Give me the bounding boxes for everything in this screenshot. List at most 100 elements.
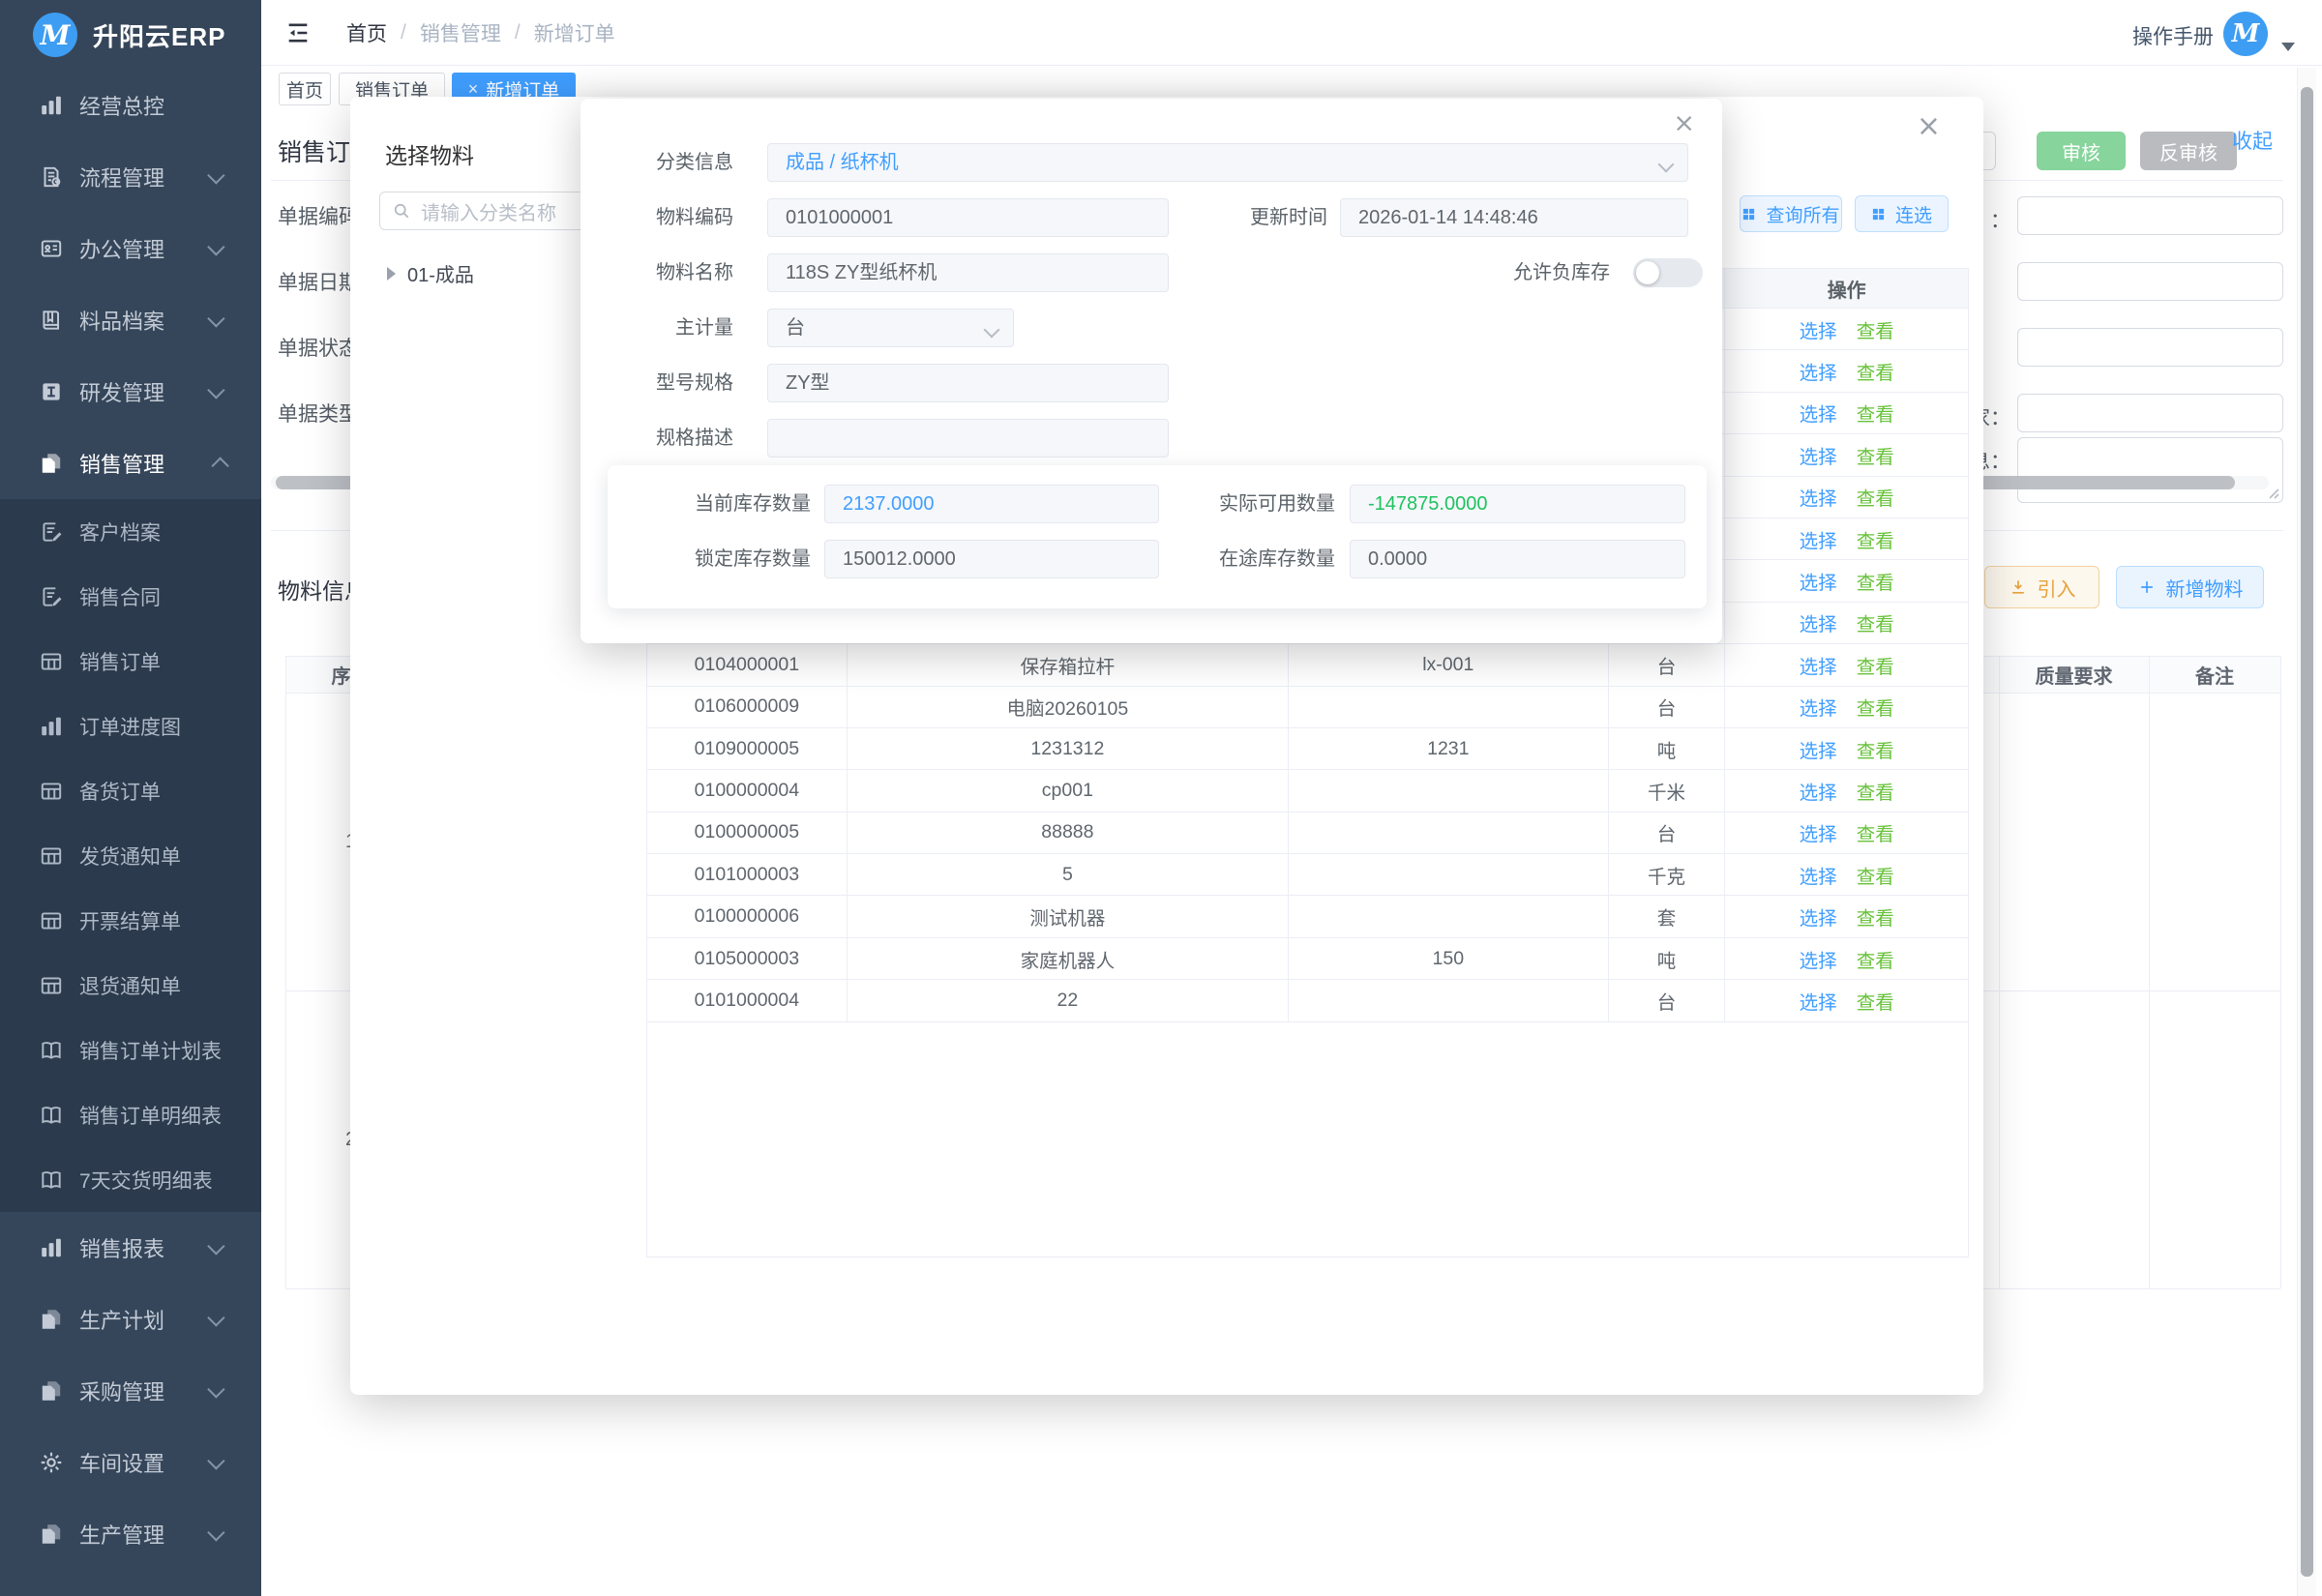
sidebar-item-4[interactable]: 研发管理 bbox=[0, 356, 261, 428]
select-link[interactable]: 选择 bbox=[1800, 567, 1837, 595]
sidebar-item-8[interactable]: 销售订单 bbox=[0, 629, 261, 694]
select-link[interactable]: 选择 bbox=[1800, 315, 1837, 343]
spec-desc-field[interactable] bbox=[767, 419, 1169, 458]
select-link[interactable]: 选择 bbox=[1800, 735, 1837, 763]
sidebar-item-16[interactable]: 7天交货明细表 bbox=[0, 1147, 261, 1212]
sidebar-item-9[interactable]: 订单进度图 bbox=[0, 694, 261, 758]
sidebar-item-21[interactable]: 生产管理 bbox=[0, 1498, 261, 1570]
sidebar-item-18[interactable]: 生产计划 bbox=[0, 1284, 261, 1355]
manual-link[interactable]: 操作手册 bbox=[2132, 21, 2214, 50]
query-all-button[interactable]: 查询所有 bbox=[1740, 195, 1842, 232]
category-select[interactable]: 成品 / 纸杯机 bbox=[767, 143, 1688, 182]
select-link[interactable]: 选择 bbox=[1800, 693, 1837, 721]
view-link[interactable]: 查看 bbox=[1857, 441, 1894, 469]
allow-negative-toggle[interactable] bbox=[1633, 258, 1703, 287]
sidebar-collapse-icon[interactable] bbox=[284, 19, 312, 46]
multi-select-button[interactable]: 连选 bbox=[1855, 195, 1949, 232]
current-stock-field[interactable]: 2137.0000 bbox=[824, 485, 1159, 523]
locked-stock-field[interactable]: 150012.0000 bbox=[824, 540, 1159, 578]
avatar-caret-down-icon[interactable] bbox=[2281, 43, 2295, 51]
sidebar-item-2[interactable]: 办公管理 bbox=[0, 213, 261, 284]
view-link[interactable]: 查看 bbox=[1857, 693, 1894, 721]
audit-button[interactable]: 审核 bbox=[2037, 132, 2126, 170]
view-link[interactable]: 查看 bbox=[1857, 525, 1894, 553]
sidebar-item-14[interactable]: 销售订单计划表 bbox=[0, 1018, 261, 1082]
select-link[interactable]: 选择 bbox=[1800, 902, 1837, 931]
code-label: 物料编码 bbox=[598, 198, 733, 237]
sidebar-item-10[interactable]: 备货订单 bbox=[0, 758, 261, 823]
code-field[interactable]: 0101000001 bbox=[767, 198, 1169, 237]
view-link[interactable]: 查看 bbox=[1857, 902, 1894, 931]
view-link[interactable]: 查看 bbox=[1857, 987, 1894, 1015]
view-link[interactable]: 查看 bbox=[1857, 315, 1894, 343]
view-link[interactable]: 查看 bbox=[1857, 945, 1894, 973]
sidebar-item-7[interactable]: 销售合同 bbox=[0, 564, 261, 629]
view-link[interactable]: 查看 bbox=[1857, 735, 1894, 763]
view-link[interactable]: 查看 bbox=[1857, 567, 1894, 595]
select-link[interactable]: 选择 bbox=[1800, 441, 1837, 469]
collapse-form-link[interactable]: 收起 bbox=[2232, 126, 2273, 155]
unit-select[interactable]: 台 bbox=[767, 309, 1014, 347]
unaudit-button[interactable]: 反审核 bbox=[2140, 132, 2237, 170]
cell-actions: 选择查看 bbox=[1725, 560, 1968, 601]
modal-close-icon[interactable]: × bbox=[1917, 112, 1941, 141]
popup-close-icon[interactable]: × bbox=[1673, 110, 1695, 136]
right-form-input-0[interactable] bbox=[2017, 196, 2283, 235]
cell-unit: 台 bbox=[1609, 644, 1726, 685]
select-link[interactable]: 选择 bbox=[1800, 651, 1837, 679]
category-search-input[interactable]: 请输入分类名称 bbox=[379, 192, 602, 230]
select-link[interactable]: 选择 bbox=[1800, 608, 1837, 636]
select-link[interactable]: 选择 bbox=[1800, 525, 1837, 553]
breadcrumb-item-2[interactable]: 新增订单 bbox=[534, 18, 615, 47]
tree-caret-right-icon[interactable] bbox=[387, 267, 396, 281]
right-form-input-3[interactable] bbox=[2017, 394, 2283, 432]
sidebar-item-19[interactable]: 采购管理 bbox=[0, 1355, 261, 1427]
view-link[interactable]: 查看 bbox=[1857, 861, 1894, 889]
view-link[interactable]: 查看 bbox=[1857, 357, 1894, 385]
view-link[interactable]: 查看 bbox=[1857, 399, 1894, 427]
available-qty-field[interactable]: -147875.0000 bbox=[1350, 485, 1685, 523]
select-link[interactable]: 选择 bbox=[1800, 945, 1837, 973]
sidebar-item-17[interactable]: 销售报表 bbox=[0, 1212, 261, 1284]
sidebar-item-12[interactable]: 开票结算单 bbox=[0, 888, 261, 953]
right-form-input-2[interactable] bbox=[2017, 328, 2283, 367]
breadcrumb-item-1[interactable]: 销售管理 bbox=[420, 18, 501, 47]
breadcrumb-item-0[interactable]: 首页 bbox=[346, 18, 387, 47]
right-form-textarea[interactable] bbox=[2017, 437, 2283, 503]
select-link[interactable]: 选择 bbox=[1800, 818, 1837, 846]
sidebar-item-3[interactable]: 料品档案 bbox=[0, 284, 261, 356]
archive-icon bbox=[39, 308, 64, 333]
sidebar-item-1[interactable]: 流程管理 bbox=[0, 141, 261, 213]
select-link[interactable]: 选择 bbox=[1800, 861, 1837, 889]
sidebar-item-15[interactable]: 销售订单明细表 bbox=[0, 1082, 261, 1147]
sidebar-item-5[interactable]: 销售管理 bbox=[0, 428, 261, 499]
model-field[interactable]: ZY型 bbox=[767, 364, 1169, 402]
view-link[interactable]: 查看 bbox=[1857, 777, 1894, 805]
tree-node-finished-goods[interactable]: 01-成品 bbox=[387, 259, 474, 287]
sidebar-item-20[interactable]: 车间设置 bbox=[0, 1427, 261, 1498]
select-link[interactable]: 选择 bbox=[1800, 399, 1837, 427]
sidebar-item-11[interactable]: 发货通知单 bbox=[0, 823, 261, 888]
sidebar-item-22[interactable]: 加工车间 bbox=[0, 1570, 261, 1596]
in-transit-field[interactable]: 0.0000 bbox=[1350, 540, 1685, 578]
sidebar-item-0[interactable]: 经营总控 bbox=[0, 70, 261, 141]
material-row-8: 010100000422台选择查看 bbox=[647, 980, 1968, 1021]
select-link[interactable]: 选择 bbox=[1800, 357, 1837, 385]
select-link[interactable]: 选择 bbox=[1800, 483, 1837, 511]
view-link[interactable]: 查看 bbox=[1857, 651, 1894, 679]
avatar[interactable]: M bbox=[2223, 12, 2268, 56]
view-link[interactable]: 查看 bbox=[1857, 483, 1894, 511]
sidebar-item-13[interactable]: 退货通知单 bbox=[0, 953, 261, 1018]
view-link[interactable]: 查看 bbox=[1857, 818, 1894, 846]
view-link[interactable]: 查看 bbox=[1857, 608, 1894, 636]
name-field[interactable]: 118S ZY型纸杯机 bbox=[767, 253, 1169, 292]
vertical-scrollbar[interactable] bbox=[2301, 87, 2313, 1577]
tab-0[interactable]: 首页 bbox=[279, 73, 331, 105]
add-material-button[interactable]: 新增物料 bbox=[2116, 566, 2264, 608]
import-button[interactable]: 引入 bbox=[1984, 566, 2099, 608]
select-link[interactable]: 选择 bbox=[1800, 777, 1837, 805]
sidebar-item-6[interactable]: 客户档案 bbox=[0, 499, 261, 564]
select-link[interactable]: 选择 bbox=[1800, 987, 1837, 1015]
updated-field[interactable]: 2026-01-14 14:48:46 bbox=[1340, 198, 1688, 237]
right-form-input-1[interactable] bbox=[2017, 262, 2283, 301]
